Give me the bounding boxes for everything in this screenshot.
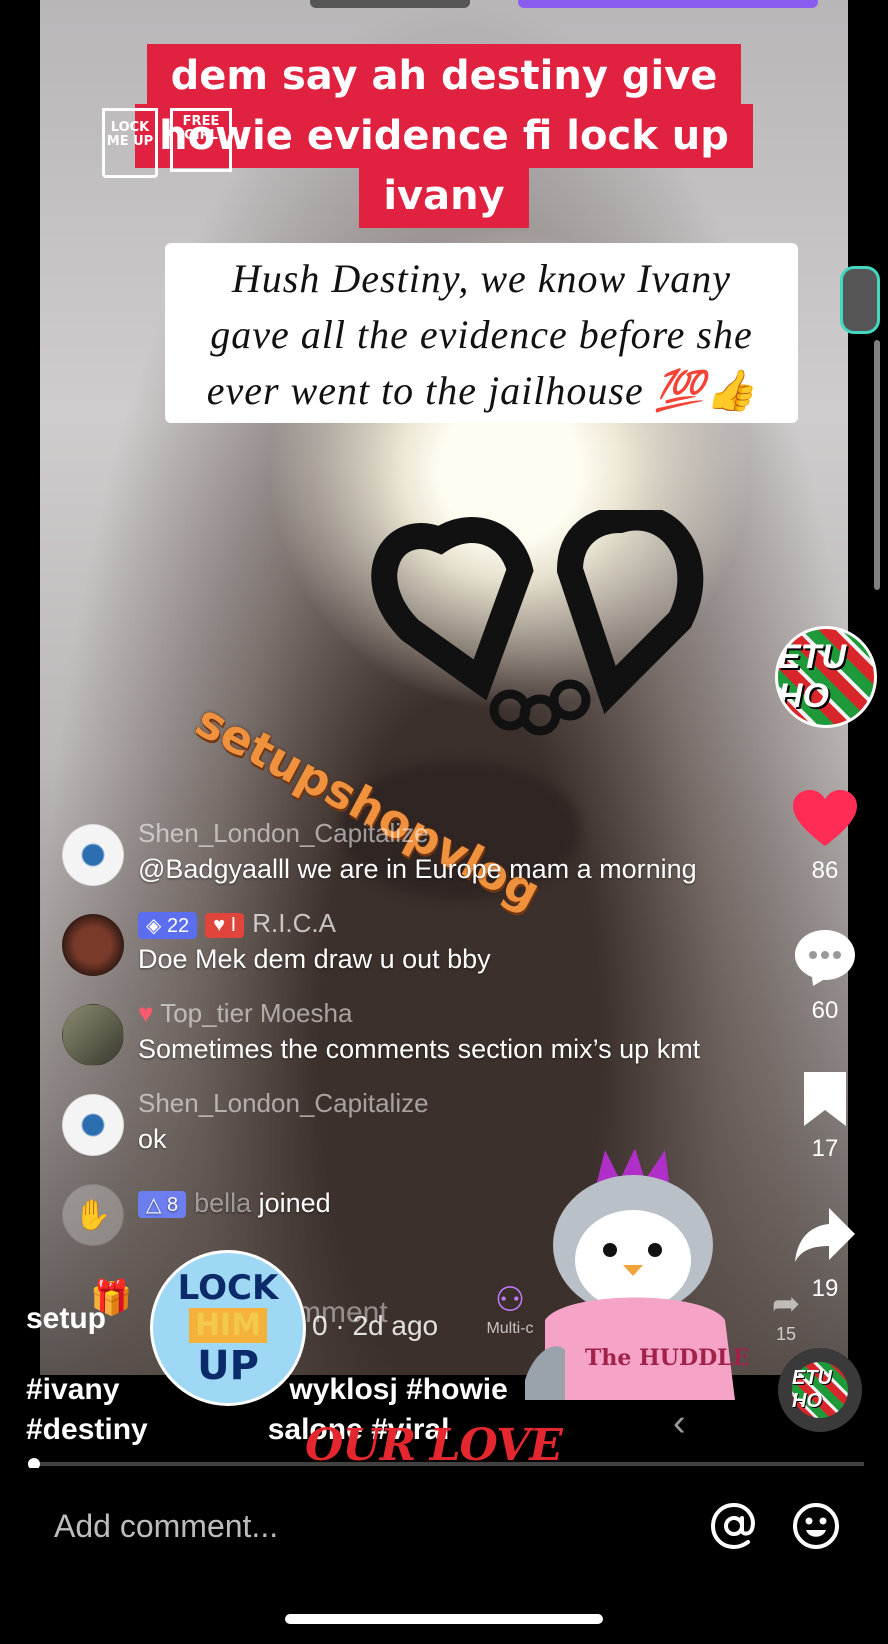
comment-username: Shen_London_Capitalize	[138, 818, 429, 848]
level-badge: ◈ 22	[138, 911, 198, 939]
avatar[interactable]	[62, 914, 124, 976]
heart-icon[interactable]	[793, 790, 857, 848]
save-action[interactable]: 17	[790, 1072, 860, 1163]
comment-username: Shen_London_Capitalize	[138, 1088, 429, 1118]
avatar[interactable]	[62, 1094, 124, 1156]
side-tab[interactable]	[840, 266, 880, 334]
music-disc-cover: ETU HO	[792, 1362, 848, 1418]
share-arrow-icon[interactable]	[793, 1206, 857, 1266]
comment-count: 60	[811, 997, 839, 1024]
comment-action[interactable]: 60	[790, 928, 860, 1025]
save-count: 17	[811, 1135, 839, 1162]
post-time: 0 · 2d ago	[312, 1310, 439, 1341]
comment-username: ♥ Top_tier Moesha	[138, 998, 353, 1028]
lock-him-up-sticker: LOCK HIM UP	[150, 1250, 306, 1406]
music-disc[interactable]: ETU HO	[778, 1348, 862, 1432]
white-caption: Hush Destiny, we know Ivany gave all the…	[165, 243, 798, 423]
comment-text: ok	[138, 1124, 167, 1154]
live-share-button[interactable]: ➦ 15	[762, 1284, 810, 1345]
avatar[interactable]	[62, 1004, 124, 1066]
join-text: △ 8 bella joined	[138, 1188, 331, 1219]
emoji-icon[interactable]	[792, 1502, 840, 1550]
white-caption-line: gave all the evidence before she	[210, 312, 753, 357]
white-caption-line: Hush Destiny, we know Ivany	[231, 256, 732, 301]
like-count: 86	[811, 857, 839, 884]
free-girl-sticker: FREE GIRL	[170, 108, 232, 172]
top-bar-fragment	[310, 0, 470, 8]
comment-text: Sometimes the comments section mix’s up …	[138, 1034, 701, 1064]
comment-bubble-icon[interactable]	[793, 928, 857, 988]
huddle-text: The HUDDLE	[585, 1345, 749, 1371]
share-arrow-icon: ➦	[771, 1285, 801, 1323]
sticker-text: LOCK	[177, 1267, 279, 1308]
comment-username: ◈ 22 ♥ I R.I.C.A	[138, 908, 336, 939]
video-progress-bar[interactable]	[28, 1462, 864, 1466]
white-caption-line: ever went to the jailhouse 💯👍	[206, 368, 757, 413]
level-badge: △ 8	[138, 1191, 187, 1219]
comment-text: @Badgyaalll we are in Europe mam a morni…	[138, 854, 697, 884]
avatar[interactable]	[62, 824, 124, 886]
wave-icon: ✋	[62, 1184, 124, 1246]
live-share-count: 15	[775, 1324, 797, 1344]
top-bar-fragment	[518, 0, 818, 8]
post-username[interactable]: setup	[26, 1302, 106, 1336]
home-indicator[interactable]	[285, 1614, 603, 1624]
heart-handcuffs-sticker	[371, 510, 704, 736]
chevron-left-icon[interactable]: ‹	[673, 1402, 686, 1445]
bookmark-icon[interactable]	[800, 1072, 850, 1126]
profile-avatar[interactable]: ETU HO	[775, 626, 877, 728]
like-action[interactable]: 86	[790, 790, 860, 885]
sticker-text: HIM	[188, 1307, 268, 1343]
comment-text: Doe Mek dem draw u out bby	[138, 944, 491, 974]
lock-me-up-sticker: LOCK ME UP	[102, 108, 158, 178]
heart-badge: ♥ I	[205, 912, 245, 938]
side-scroll-line	[874, 340, 880, 590]
sticker-text: UP	[197, 1342, 259, 1389]
mention-icon[interactable]	[710, 1502, 758, 1550]
red-caption-line: dem say ah destiny give	[0, 44, 888, 108]
penguin-sticker: The HUDDLE	[525, 1150, 749, 1400]
heart-icon: ♥	[138, 998, 154, 1028]
add-comment-input[interactable]: Add comment...	[54, 1508, 278, 1545]
